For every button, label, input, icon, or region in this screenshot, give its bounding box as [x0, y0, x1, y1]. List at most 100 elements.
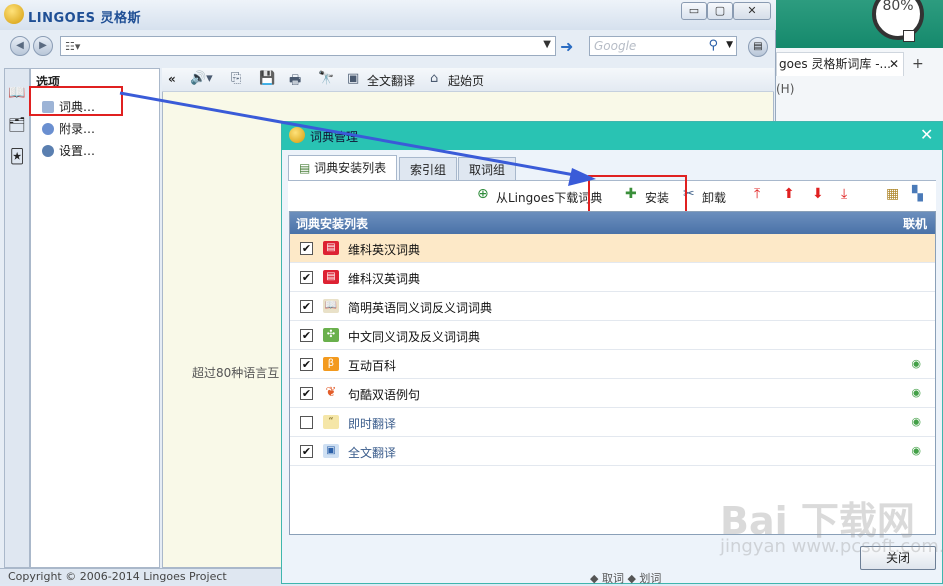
checkbox[interactable]: ✔: [300, 329, 313, 342]
word-input[interactable]: ☷▾ ▼: [60, 36, 556, 56]
flag-icon: ▤: [323, 241, 339, 255]
list-header-title: 词典安装列表: [296, 217, 369, 231]
minimize-button[interactable]: ▭: [681, 2, 707, 20]
chevron-down-icon[interactable]: ▼: [726, 40, 733, 50]
home-icon[interactable]: ⌂: [430, 71, 438, 86]
translate-icon: ▣: [323, 444, 339, 458]
maximize-button[interactable]: ▢: [707, 2, 733, 20]
move-up-icon[interactable]: ⬆: [783, 186, 795, 202]
move-down-icon[interactable]: ⬇: [812, 186, 824, 202]
options-icon[interactable]: 🗂: [8, 116, 26, 134]
dictionary-name: 句酷双语例句: [348, 388, 421, 402]
dictionary-name: 维科英汉词典: [348, 243, 421, 257]
online-icon: ◉: [911, 386, 921, 399]
list-item[interactable]: ✔ ▤ 维科汉英词典: [290, 263, 935, 292]
dictionary-book-icon[interactable]: 📖: [8, 84, 26, 102]
back-icon[interactable]: ◀: [10, 36, 30, 56]
browser-tab[interactable]: goes 灵格斯词库 -... ✕: [776, 52, 904, 76]
side-icon-strip: [4, 68, 30, 568]
checkbox[interactable]: ✔: [300, 387, 313, 400]
speaker-icon[interactable]: 🔊▾: [190, 71, 213, 86]
home-page-button[interactable]: 起始页: [448, 72, 484, 89]
move-bottom-icon[interactable]: ⤓: [841, 186, 847, 202]
chevron-down-icon[interactable]: ▼: [543, 39, 551, 50]
option-appendix[interactable]: 附录…: [42, 120, 95, 138]
flag-icon: ▤: [323, 270, 339, 284]
print-icon[interactable]: 🖶: [289, 71, 301, 93]
lingoes-logo-icon: [4, 4, 24, 24]
copy-icon[interactable]: ⎘: [231, 71, 241, 86]
list-item[interactable]: “ 即时翻译 ◉: [290, 408, 935, 437]
cards-icon[interactable]: 🃏: [8, 148, 26, 166]
save-icon[interactable]: 💾: [259, 71, 275, 86]
list-item[interactable]: ✔ β 互动百科 ◉: [290, 350, 935, 379]
quote-icon: “: [323, 415, 339, 429]
dictionary-name: 中文同义词及反义词词典: [348, 330, 481, 344]
app-title: LINGOES 灵格斯: [28, 11, 141, 26]
list-header-online: 联机: [903, 217, 928, 231]
dialog-title-bar: [282, 122, 942, 150]
checkbox[interactable]: ✔: [300, 242, 313, 255]
checkbox[interactable]: [300, 416, 313, 429]
list-icon: ▤: [299, 161, 311, 175]
list-header: [290, 212, 935, 234]
close-icon[interactable]: ✕: [920, 125, 933, 144]
list-icon: ☷▾: [65, 40, 81, 53]
properties-icon[interactable]: ▦: [886, 186, 899, 202]
option-label: 设置…: [59, 144, 96, 158]
browser-tab-label: goes 灵格斯词库 -...: [779, 57, 891, 71]
list-item[interactable]: ✔ ✣ 中文同义词及反义词词典: [290, 321, 935, 350]
restore-icon[interactable]: [903, 30, 915, 42]
tab-label: 词典安装列表: [314, 161, 387, 175]
menu-hint: (H): [776, 82, 795, 96]
copyright-text: Copyright © 2006-2014 Lingoes Project: [8, 570, 227, 583]
close-window-button[interactable]: ✕: [733, 2, 771, 20]
baike-icon: β: [323, 357, 339, 371]
dictionary-name: 维科汉英词典: [348, 272, 421, 286]
wrench-icon: [42, 145, 54, 157]
go-arrow-icon[interactable]: ➜: [560, 37, 573, 56]
tab-index-group[interactable]: 索引组: [399, 157, 458, 181]
option-label: 附录…: [59, 122, 96, 136]
option-settings[interactable]: 设置…: [42, 142, 95, 160]
checkbox[interactable]: ✔: [300, 358, 313, 371]
tab-label: 取词组: [469, 163, 506, 177]
online-icon: ◉: [911, 415, 921, 428]
list-item[interactable]: ✔ 📖 简明英语同义词反义词词典: [290, 292, 935, 321]
list-item[interactable]: ✔ ❦ 句酷双语例句 ◉: [290, 379, 935, 408]
find-icon[interactable]: 🔭: [318, 71, 334, 86]
lingoes-logo-icon: [289, 127, 305, 143]
dictionary-name: 简明英语同义词反义词词典: [348, 301, 493, 315]
dictionary-name: 全文翻译: [348, 446, 397, 460]
download-dictionary-button[interactable]: 从Lingoes下载词典: [496, 189, 602, 206]
tab-label: 索引组: [410, 163, 447, 177]
view-icon[interactable]: ▚: [912, 186, 923, 202]
tab-capture-group[interactable]: 取词组: [458, 157, 517, 181]
collapse-button[interactable]: «: [168, 72, 176, 86]
book-icon: 📖: [323, 299, 339, 313]
appendix-icon: [42, 123, 54, 135]
online-icon: ◉: [911, 357, 921, 370]
intro-text: 超过80种语言互: [192, 366, 280, 380]
search-icon[interactable]: ⚲: [708, 38, 718, 53]
full-translate-button[interactable]: 全文翻译: [367, 72, 415, 89]
checkbox[interactable]: ✔: [300, 300, 313, 313]
uninstall-button[interactable]: 卸载: [702, 189, 726, 206]
close-icon[interactable]: ✕: [889, 53, 899, 75]
search-placeholder: Google: [594, 39, 637, 53]
checkbox[interactable]: ✔: [300, 271, 313, 284]
jukuu-icon: ❦: [325, 385, 337, 400]
list-item[interactable]: ✔ ▤ 维科英汉词典: [290, 234, 935, 263]
forward-icon[interactable]: ▶: [33, 36, 53, 56]
checkbox[interactable]: ✔: [300, 445, 313, 458]
puzzle-icon: ✣: [323, 328, 339, 342]
menu-icon[interactable]: ▤: [748, 37, 768, 57]
download-icon[interactable]: ⊕: [477, 186, 489, 202]
tab-install-list[interactable]: ▤ 词典安装列表: [288, 155, 398, 181]
list-item[interactable]: ✔ ▣ 全文翻译 ◉: [290, 437, 935, 466]
online-icon: ◉: [911, 444, 921, 457]
translate-icon[interactable]: ▣: [347, 71, 359, 86]
search-input[interactable]: Google ⚲ ▼: [589, 36, 737, 56]
move-top-icon[interactable]: ⤒: [754, 186, 760, 202]
new-tab-button[interactable]: +: [912, 56, 924, 72]
